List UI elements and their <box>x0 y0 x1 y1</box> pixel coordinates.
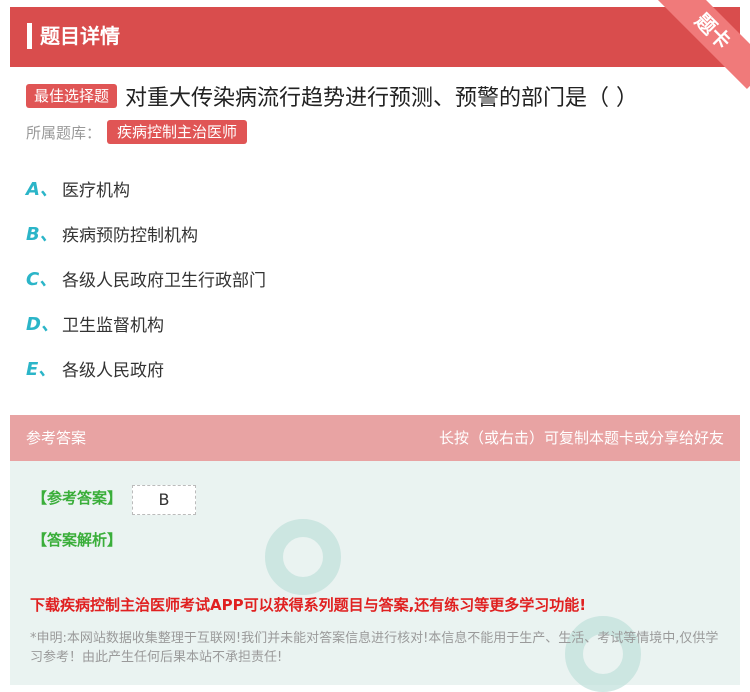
question-text: 对重大传染病流行趋势进行预测、预警的部门是（ ） <box>125 86 639 111</box>
option-letter: C、 <box>26 269 58 290</box>
option-text: 卫生监督机构 <box>62 315 164 336</box>
bank-label: 所属题库： <box>26 123 102 142</box>
option-letter: E、 <box>26 359 57 380</box>
option-letter: D、 <box>26 314 59 335</box>
option-text: 各级人民政府卫生行政部门 <box>62 270 266 291</box>
ribbon-label: 题卡 <box>655 0 750 89</box>
answer-label: 【参考答案】 <box>32 489 123 507</box>
bank-row: 所属题库： 疾病控制主治医师 <box>26 120 248 144</box>
page-title: 题目详情 <box>40 24 120 48</box>
option-text: 疾病预防控制机构 <box>62 225 198 246</box>
answer-panel: 【参考答案】 B 【答案解析】 下载疾病控制主治医师考试APP可以获得系列题目与… <box>10 461 740 692</box>
option-letter: B、 <box>26 224 58 245</box>
option-text: 各级人民政府 <box>62 360 164 381</box>
header-accent <box>27 23 32 49</box>
answer-value: B <box>132 485 196 515</box>
option-c[interactable]: C、 各级人民政府卫生行政部门 <box>26 263 266 293</box>
option-b[interactable]: B、 疾病预防控制机构 <box>26 218 198 248</box>
answer-bar-title: 参考答案 <box>26 429 87 447</box>
option-letter: A、 <box>26 179 58 200</box>
header-bar: 题目详情 <box>10 7 740 67</box>
ribbon-corner: 题卡 <box>650 0 750 90</box>
share-hint: 长按（或右击）可复制本题卡或分享给好友 <box>438 429 724 447</box>
answer-bar: 参考答案 长按（或右击）可复制本题卡或分享给好友 <box>10 415 740 461</box>
option-text: 医疗机构 <box>62 180 130 201</box>
option-a[interactable]: A、 医疗机构 <box>26 173 130 203</box>
option-d[interactable]: D、 卫生监督机构 <box>26 308 164 338</box>
question-type-tag: 最佳选择题 <box>26 84 118 108</box>
disclaimer-text: *申明:本网站数据收集整理于互联网!我们并未能对答案信息进行核对!本信息不能用于… <box>30 631 719 665</box>
bank-tag[interactable]: 疾病控制主治医师 <box>107 120 248 144</box>
option-e[interactable]: E、 各级人民政府 <box>26 353 164 383</box>
analysis-label: 【答案解析】 <box>32 531 123 549</box>
watermark-logo-icon <box>265 519 341 595</box>
question-row: 最佳选择题 对重大传染病流行趋势进行预测、预警的部门是（ ） <box>26 80 638 112</box>
download-app-link[interactable]: 下载疾病控制主治医师考试APP可以获得系列题目与答案,还有练习等更多学习功能! <box>30 594 586 615</box>
